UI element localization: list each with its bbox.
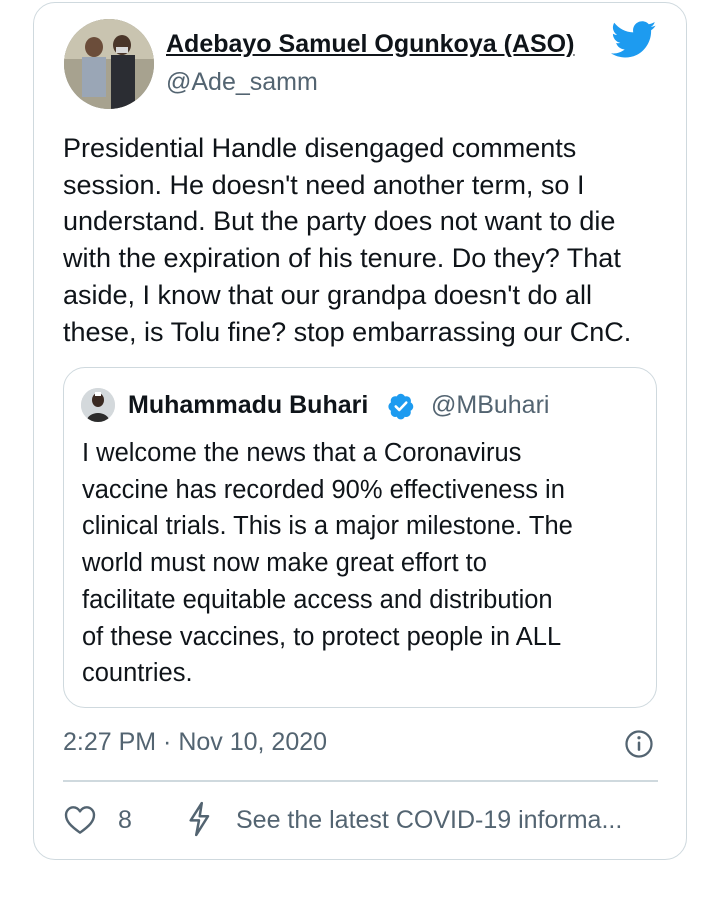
tweet-line: understand. But the party does not want … [63,206,616,237]
author-avatar[interactable] [64,19,154,109]
quoted-tweet-line: world must now make great effort to [82,549,487,578]
tweet-line: with the expiration of his tenure. Do th… [63,243,621,274]
tweet-line: Presidential Handle disengaged comments [63,133,577,163]
quoted-author-handle[interactable]: @MBuhari [431,391,549,420]
heart-icon[interactable] [64,805,96,835]
quoted-tweet-line: countries. [82,659,193,688]
twitter-bird-icon[interactable] [611,21,657,59]
tweet-line: session. He doesn't need another term, s… [63,169,585,200]
quoted-tweet-text: I welcome the news that a Coronavirus va… [82,435,642,692]
divider [63,780,658,782]
quoted-author-display-name[interactable]: Muhammadu Buhari [128,391,368,420]
info-icon[interactable] [624,729,654,759]
quoted-tweet-line: vaccine has recorded 90% effectiveness i… [82,475,565,504]
lightning-bolt-icon[interactable] [186,801,212,837]
covid-info-link[interactable]: See the latest COVID-19 informa... [236,806,622,835]
quoted-tweet-line: clinical trials. This is a major milesto… [82,512,573,541]
tweet-line: aside, I know that our grandpa doesn't d… [63,279,593,310]
author-display-name[interactable]: Adebayo Samuel Ogunkoya (ASO) [166,30,574,59]
tweet-timestamp[interactable]: 2:27 PM · Nov 10, 2020 [63,728,327,757]
author-handle[interactable]: @Ade_samm [166,68,318,97]
quoted-tweet-line: of these vaccines, to protect people in … [82,622,562,651]
tweet-line: these, is Tolu fine? stop embarrassing o… [63,316,632,347]
quoted-tweet-line: facilitate equitable access and distribu… [82,585,553,614]
quoted-author-avatar[interactable] [81,388,115,422]
tweet-text: Presidential Handle disengaged comments … [63,130,663,350]
quoted-tweet-line: I welcome the news that a Coronavirus [82,439,522,467]
verified-badge-icon [388,393,414,420]
like-count[interactable]: 8 [118,806,132,835]
